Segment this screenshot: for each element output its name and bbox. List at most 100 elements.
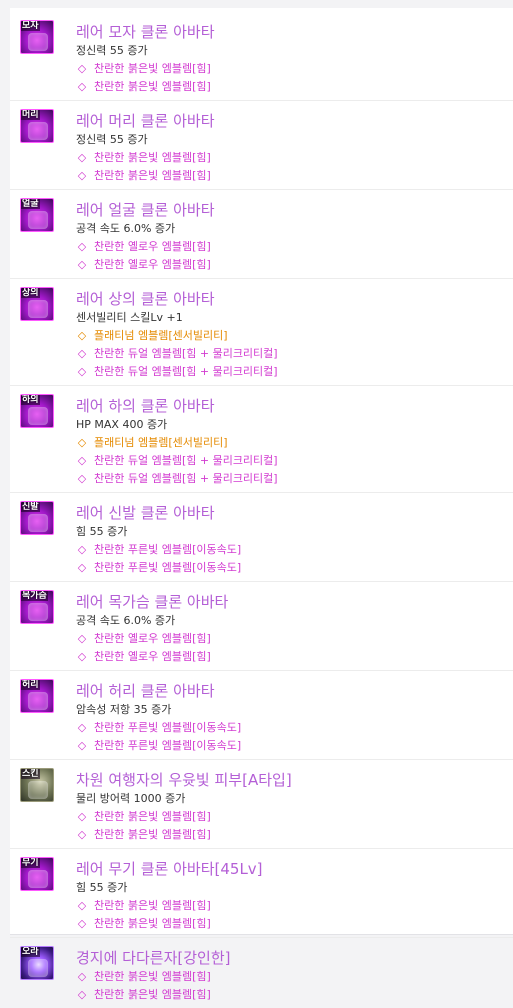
avatar-item[interactable]: 머리 레어 머리 클론 아바타 정신력 55 증가 ◇ 찬란한 붉은빛 엠블렘[힘] ◇ 찬… [10,101,513,190]
avatar-item-title[interactable]: 레어 모자 클론 아바타 [76,22,513,42]
hair-avatar-icon[interactable]: 머리 [20,109,54,143]
avatar-item-stat: 공격 속도 6.0% 증가 [76,222,176,235]
skin-avatar-icon[interactable]: 스킨 [20,768,54,802]
avatar-item-title[interactable]: 레어 목가슴 클론 아바타 [76,592,513,612]
icon-artwork [28,870,48,888]
emblem-line: ◇ 찬란한 옐로우 엠블렘[힘] [76,648,513,666]
emblem-text: 찬란한 붉은빛 엠블렘[힘] [94,151,211,164]
avatar-item-title[interactable]: 레어 무기 클론 아바타[45Lv] [76,859,513,879]
avatar-item-title[interactable]: 경지에 다다른자[강인한] [76,948,513,968]
emblem-line: ◇ 찬란한 붉은빛 엠블렘[힘] [76,897,513,915]
icon-slot-tag: 신발 [21,502,40,512]
emblem-text: 찬란한 듀얼 엠블렘[힘 + 물리크리티컬] [94,472,278,485]
avatar-item-body: 레어 목가슴 클론 아바타 공격 속도 6.0% 증가 ◇ 찬란한 옐로우 엠블렘[힘… [76,582,513,670]
avatar-item[interactable]: 신발 레어 신발 클론 아바타 힘 55 증가 ◇ 찬란한 푸른빛 엠블렘[이동속도] ◇… [10,493,513,582]
emblem-line: ◇ 찬란한 듀얼 엠블렘[힘 + 물리크리티컬] [76,363,513,381]
avatar-item[interactable]: 얼굴 레어 얼굴 클론 아바타 공격 속도 6.0% 증가 ◇ 찬란한 옐로우 엠블렘[… [10,190,513,279]
emblem-line: ◇ 찬란한 붉은빛 엠블렘[힘] [76,149,513,167]
emblem-text: 찬란한 옐로우 엠블렘[힘] [94,632,211,645]
emblem-line: ◇ 찬란한 옐로우 엠블렘[힘] [76,256,513,274]
avatar-item-title[interactable]: 레어 하의 클론 아바타 [76,396,513,416]
gem-icon: ◇ [77,721,87,734]
gem-icon: ◇ [77,899,87,912]
avatar-item-body: 레어 상의 클론 아바타 센서빌리티 스킬Lv +1 ◇ 플래티넘 엠블렘[센서빌리티… [76,279,513,385]
gem-icon: ◇ [77,472,87,485]
avatar-item-body: 레어 머리 클론 아바타 정신력 55 증가 ◇ 찬란한 붉은빛 엠블렘[힘] ◇ 찬란한… [76,101,513,189]
avatar-item[interactable]: 목가슴 레어 목가슴 클론 아바타 공격 속도 6.0% 증가 ◇ 찬란한 옐로우 엠블… [10,582,513,671]
gem-icon: ◇ [77,169,87,182]
gem-icon: ◇ [77,436,87,449]
avatar-item-title[interactable]: 레어 상의 클론 아바타 [76,289,513,309]
shoes-avatar-icon[interactable]: 신발 [20,501,54,535]
gem-icon: ◇ [77,917,87,930]
emblem-line: ◇ 찬란한 푸른빛 엠블렘[이동속도] [76,559,513,577]
emblem-text: 찬란한 옐로우 엠블렘[힘] [94,240,211,253]
gem-icon: ◇ [77,988,87,1001]
avatar-list: 모자 레어 모자 클론 아바타 정신력 55 증가 ◇ 찬란한 붉은빛 엠블렘[힘] ◇ 찬… [10,12,513,1008]
avatar-item-stat: 정신력 55 증가 [76,44,148,57]
gem-icon: ◇ [77,561,87,574]
emblem-line: ◇ 찬란한 붉은빛 엠블렘[힘] [76,915,513,933]
gem-icon: ◇ [77,970,87,983]
gem-icon: ◇ [77,828,87,841]
avatar-item-title[interactable]: 레어 신발 클론 아바타 [76,503,513,523]
icon-artwork [28,407,48,425]
gem-icon: ◇ [77,365,87,378]
emblem-text: 찬란한 붉은빛 엠블렘[힘] [94,169,211,182]
emblem-text: 찬란한 듀얼 엠블렘[힘 + 물리크리티컬] [94,454,278,467]
emblem-line: ◇ 플래티넘 엠블렘[센서빌리티] [76,434,513,452]
gem-icon: ◇ [77,151,87,164]
avatar-item-title[interactable]: 차원 여행자의 우윳빛 피부[A타입] [76,770,513,790]
gem-icon: ◇ [77,347,87,360]
avatar-item[interactable]: 모자 레어 모자 클론 아바타 정신력 55 증가 ◇ 찬란한 붉은빛 엠블렘[힘] ◇ 찬… [10,12,513,101]
avatar-item[interactable]: 허리 레어 허리 클론 아바타 암속성 저항 35 증가 ◇ 찬란한 푸른빛 엠블렘[이… [10,671,513,760]
emblem-line: ◇ 찬란한 옐로우 엠블렘[힘] [76,238,513,256]
icon-slot-tag: 스킨 [21,769,40,779]
emblem-line: ◇ 찬란한 듀얼 엠블렘[힘 + 물리크리티컬] [76,470,513,488]
icon-artwork [28,692,48,710]
icon-slot-tag: 머리 [21,110,40,120]
weapon-avatar-icon[interactable]: 무기 [20,857,54,891]
emblem-text: 찬란한 푸른빛 엠블렘[이동속도] [94,561,242,574]
emblem-text: 찬란한 붉은빛 엠블렘[힘] [94,899,211,912]
gem-icon: ◇ [77,258,87,271]
emblem-line: ◇ 찬란한 붉은빛 엠블렘[힘] [76,986,513,1004]
avatar-item-body: 레어 모자 클론 아바타 정신력 55 증가 ◇ 찬란한 붉은빛 엠블렘[힘] ◇ 찬란한… [76,12,513,100]
avatar-item-body: 경지에 다다른자[강인한] ◇ 찬란한 붉은빛 엠블렘[힘] ◇ 찬란한 붉은빛 엠블렘… [76,938,513,1008]
avatar-item[interactable]: 스킨 차원 여행자의 우윳빛 피부[A타입] 물리 방어력 1000 증가 ◇ 찬란한 … [10,760,513,849]
avatar-item-title[interactable]: 레어 얼굴 클론 아바타 [76,200,513,220]
avatar-item-stat: 공격 속도 6.0% 증가 [76,614,176,627]
belt-avatar-icon[interactable]: 허리 [20,679,54,713]
avatar-item-title[interactable]: 레어 허리 클론 아바타 [76,681,513,701]
avatar-item-title[interactable]: 레어 머리 클론 아바타 [76,111,513,131]
emblem-text: 찬란한 듀얼 엠블렘[힘 + 물리크리티컬] [94,347,278,360]
gem-icon: ◇ [77,632,87,645]
gem-icon: ◇ [77,650,87,663]
icon-artwork [28,514,48,532]
top-avatar-icon[interactable]: 상의 [20,287,54,321]
emblem-text: 찬란한 듀얼 엠블렘[힘 + 물리크리티컬] [94,365,278,378]
bottom-avatar-icon[interactable]: 하의 [20,394,54,428]
avatar-item[interactable]: 상의 레어 상의 클론 아바타 센서빌리티 스킬Lv +1 ◇ 플래티넘 엠블렘[센서빌… [10,279,513,386]
face-avatar-icon[interactable]: 얼굴 [20,198,54,232]
avatar-item[interactable]: 무기 레어 무기 클론 아바타[45Lv] 힘 55 증가 ◇ 찬란한 붉은빛 엠블렘[… [10,849,513,938]
gem-icon: ◇ [77,810,87,823]
emblem-text: 찬란한 붉은빛 엠블렘[힘] [94,62,211,75]
hat-avatar-icon[interactable]: 모자 [20,20,54,54]
neck-avatar-icon[interactable]: 목가슴 [20,590,54,624]
icon-slot-tag: 목가슴 [21,591,48,601]
emblem-text: 찬란한 붉은빛 엠블렘[힘] [94,970,211,983]
avatar-item-stat: 물리 방어력 1000 증가 [76,792,186,805]
avatar-item[interactable]: 오라 경지에 다다른자[강인한] ◇ 찬란한 붉은빛 엠블렘[힘] ◇ 찬란한 붉은빛 엠… [10,938,513,1008]
avatar-item-stat: HP MAX 400 증가 [76,418,168,431]
icon-artwork [28,959,48,977]
avatar-item[interactable]: 하의 레어 하의 클론 아바타 HP MAX 400 증가 ◇ 플래티넘 엠블렘[센서빌… [10,386,513,493]
aura-avatar-icon[interactable]: 오라 [20,946,54,980]
icon-artwork [28,300,48,318]
avatar-list-panel: 모자 레어 모자 클론 아바타 정신력 55 증가 ◇ 찬란한 붉은빛 엠블렘[힘] ◇ 찬… [10,8,513,1001]
emblem-text: 찬란한 붉은빛 엠블렘[힘] [94,828,211,841]
icon-artwork [28,781,48,799]
avatar-item-body: 레어 얼굴 클론 아바타 공격 속도 6.0% 증가 ◇ 찬란한 옐로우 엠블렘[힘]… [76,190,513,278]
emblem-text: 찬란한 푸른빛 엠블렘[이동속도] [94,721,242,734]
avatar-item-body: 레어 신발 클론 아바타 힘 55 증가 ◇ 찬란한 푸른빛 엠블렘[이동속도] ◇ 찬란… [76,493,513,581]
